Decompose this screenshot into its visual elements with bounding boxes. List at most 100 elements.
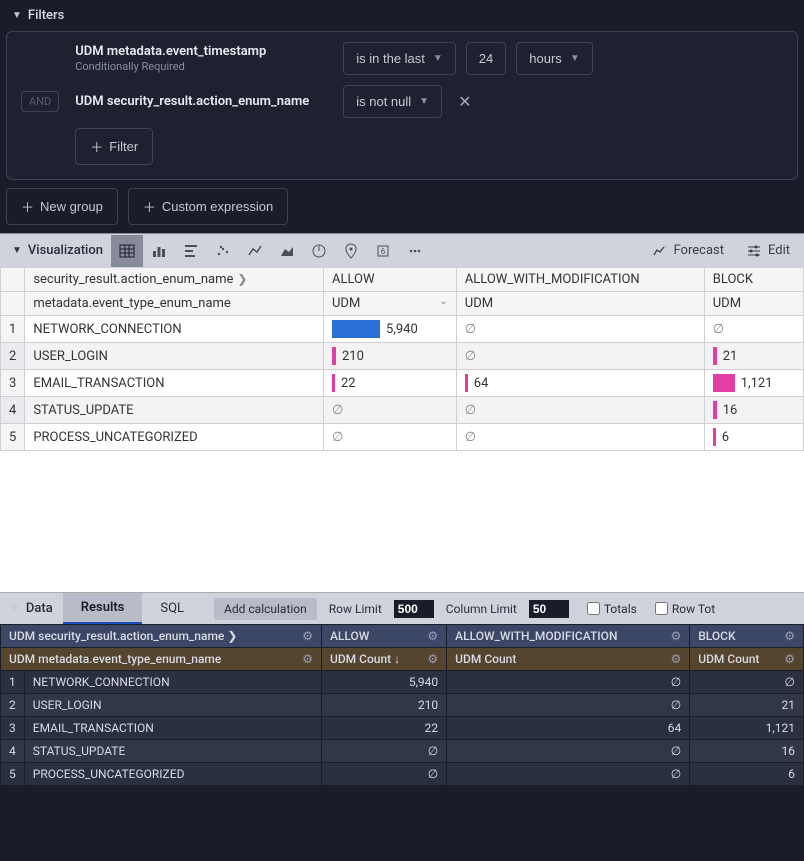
more-viz-icon[interactable] <box>399 235 431 267</box>
dt-dim-value[interactable]: STATUS_UPDATE <box>24 740 321 763</box>
measure-cell[interactable]: ∅ <box>323 424 456 451</box>
filter-operator-select[interactable]: is not null▼ <box>343 85 442 118</box>
dt-measure-header[interactable]: UDM Count⚙ <box>690 648 804 671</box>
dt-measure-value[interactable]: 6 <box>690 763 804 786</box>
pivot-col-header[interactable]: BLOCK <box>704 268 803 292</box>
measure-cell[interactable]: 21 <box>704 343 803 370</box>
measure-cell[interactable]: 22 <box>323 370 456 397</box>
new-group-button[interactable]: ＋ New group <box>6 188 118 225</box>
measure-cell[interactable]: 210 <box>323 343 456 370</box>
line-viz-icon[interactable] <box>239 235 271 267</box>
pivot-header[interactable]: security_result.action_enum_name❯ <box>25 268 324 292</box>
dt-measure-value[interactable]: 16 <box>690 740 804 763</box>
single-value-viz-icon[interactable]: 6 <box>367 235 399 267</box>
dt-measure-value[interactable]: ∅ <box>447 763 690 786</box>
row-limit-input[interactable] <box>394 600 434 618</box>
map-viz-icon[interactable] <box>335 235 367 267</box>
scatter-viz-icon[interactable] <box>207 235 239 267</box>
dt-measure-header[interactable]: UDM Count⚙ <box>447 648 690 671</box>
measure-cell[interactable]: ∅ <box>456 397 704 424</box>
dimension-value[interactable]: EMAIL_TRANSACTION <box>25 370 324 397</box>
dimension-value[interactable]: USER_LOGIN <box>25 343 324 370</box>
totals-input[interactable] <box>587 602 600 615</box>
measure-cell[interactable]: ∅ <box>704 316 803 343</box>
pivot-col-header[interactable]: ALLOW_WITH_MODIFICATION <box>456 268 704 292</box>
gear-icon[interactable]: ⚙ <box>784 652 795 666</box>
measure-header[interactable]: UDM⌄ <box>323 292 456 316</box>
measure-cell[interactable]: 16 <box>704 397 803 424</box>
dt-dim-value[interactable]: EMAIL_TRANSACTION <box>24 717 321 740</box>
dt-col-header[interactable]: ALLOW⚙ <box>321 625 446 648</box>
gear-icon[interactable]: ⚙ <box>784 629 795 643</box>
dt-measure-value[interactable]: 22 <box>321 717 446 740</box>
dimension-header[interactable]: metadata.event_type_enum_name <box>25 292 324 316</box>
forecast-button[interactable]: Forecast <box>646 239 730 263</box>
gear-icon[interactable]: ⚙ <box>427 652 438 666</box>
filter-value-input[interactable]: 24 <box>466 42 506 75</box>
dt-measure-value[interactable]: ∅ <box>447 671 690 694</box>
dt-measure-value[interactable]: 64 <box>447 717 690 740</box>
edit-viz-button[interactable]: Edit <box>740 239 796 263</box>
rowtotals-checkbox[interactable]: Row Tot <box>655 602 715 616</box>
measure-cell[interactable]: 1,121 <box>704 370 803 397</box>
table-viz-icon[interactable] <box>111 235 143 267</box>
measure-cell[interactable]: 6 <box>704 424 803 451</box>
measure-cell[interactable]: ∅ <box>456 343 704 370</box>
dt-measure-value[interactable]: 210 <box>321 694 446 717</box>
tab-sql[interactable]: SQL <box>142 593 202 624</box>
totals-checkbox[interactable]: Totals <box>587 602 637 616</box>
measure-cell[interactable]: 64 <box>456 370 704 397</box>
filters-header[interactable]: ▼ Filters <box>6 4 798 27</box>
dt-pivot-header[interactable]: UDM security_result.action_enum_name ❯⚙ <box>1 625 322 648</box>
area-viz-icon[interactable] <box>271 235 303 267</box>
measure-cell[interactable]: ∅ <box>456 316 704 343</box>
dt-col-header[interactable]: ALLOW_WITH_MODIFICATION⚙ <box>447 625 690 648</box>
dt-measure-value[interactable]: ∅ <box>447 740 690 763</box>
dt-measure-value[interactable]: ∅ <box>321 763 446 786</box>
bar-icon <box>332 347 336 365</box>
chevron-right-icon: ❯ <box>227 629 237 643</box>
gear-icon[interactable]: ⚙ <box>670 652 681 666</box>
dt-dim-value[interactable]: PROCESS_UNCATEGORIZED <box>24 763 321 786</box>
column-viz-icon[interactable] <box>175 235 207 267</box>
measure-cell[interactable]: ∅ <box>323 397 456 424</box>
dt-col-header[interactable]: BLOCK⚙ <box>690 625 804 648</box>
dimension-value[interactable]: NETWORK_CONNECTION <box>25 316 324 343</box>
dimension-value[interactable]: STATUS_UPDATE <box>25 397 324 424</box>
filter-field[interactable]: UDM metadata.event_timestampConditionall… <box>75 44 325 73</box>
filter-field[interactable]: UDM security_result.action_enum_name <box>75 94 325 109</box>
gear-icon[interactable]: ⚙ <box>302 652 313 666</box>
measure-cell[interactable]: 5,940 <box>323 316 456 343</box>
tab-results[interactable]: Results <box>63 593 143 624</box>
visualization-toggle[interactable]: ▼ Visualization <box>4 243 111 258</box>
gear-icon[interactable]: ⚙ <box>302 629 313 643</box>
dt-measure-header[interactable]: UDM Count ↓⚙ <box>321 648 446 671</box>
column-limit-input[interactable] <box>529 600 569 618</box>
dt-dim-value[interactable]: USER_LOGIN <box>24 694 321 717</box>
dt-dim-value[interactable]: NETWORK_CONNECTION <box>24 671 321 694</box>
filter-operator-select[interactable]: is in the last▼ <box>343 42 456 75</box>
gear-icon[interactable]: ⚙ <box>427 629 438 643</box>
pivot-col-header[interactable]: ALLOW <box>323 268 456 292</box>
custom-expression-button[interactable]: ＋ Custom expression <box>128 188 288 225</box>
dt-measure-value[interactable]: ∅ <box>447 694 690 717</box>
dt-measure-value[interactable]: 21 <box>690 694 804 717</box>
rowtotals-input[interactable] <box>655 602 668 615</box>
bar-viz-icon[interactable] <box>143 235 175 267</box>
data-toggle[interactable]: ▼ Data <box>0 601 63 616</box>
dt-dim-header[interactable]: UDM metadata.event_type_enum_name⚙ <box>1 648 322 671</box>
dt-measure-value[interactable]: ∅ <box>690 671 804 694</box>
dt-measure-value[interactable]: 5,940 <box>321 671 446 694</box>
measure-header[interactable]: UDM <box>456 292 704 316</box>
add-calculation-button[interactable]: Add calculation <box>214 598 317 620</box>
filter-unit-select[interactable]: hours▼ <box>516 42 592 75</box>
measure-cell[interactable]: ∅ <box>456 424 704 451</box>
gauge-viz-icon[interactable] <box>303 235 335 267</box>
dt-measure-value[interactable]: 1,121 <box>690 717 804 740</box>
measure-header[interactable]: UDM <box>704 292 803 316</box>
gear-icon[interactable]: ⚙ <box>670 629 681 643</box>
remove-filter-icon[interactable]: ✕ <box>452 88 477 115</box>
dt-measure-value[interactable]: ∅ <box>321 740 446 763</box>
add-filter-button[interactable]: ＋ Filter <box>75 128 153 165</box>
dimension-value[interactable]: PROCESS_UNCATEGORIZED <box>25 424 324 451</box>
